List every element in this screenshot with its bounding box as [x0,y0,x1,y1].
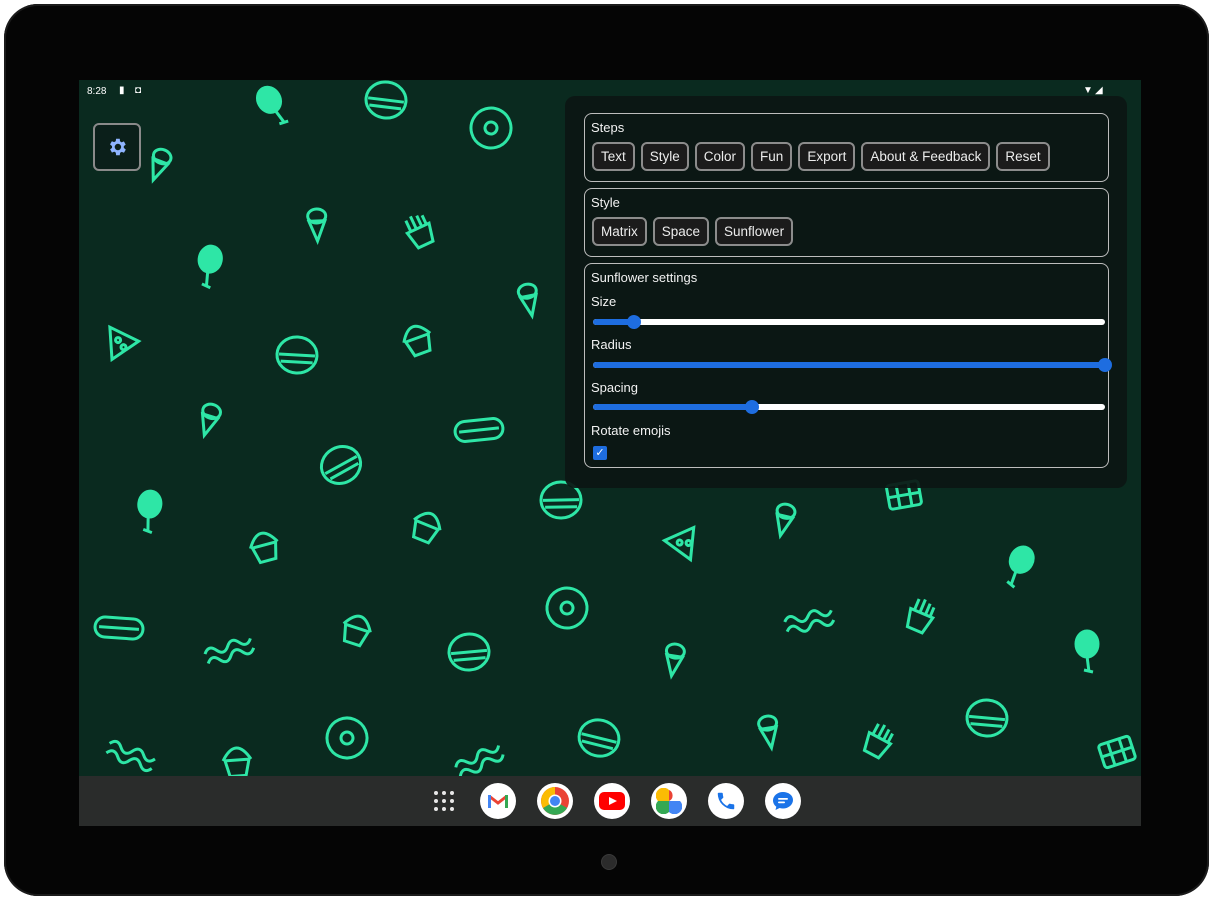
wifi-icon: ▼ [1083,85,1093,96]
steps-group: Steps Text Style Color Fun Export About … [584,113,1109,182]
fries-emoji [404,214,435,250]
step-reset-button[interactable]: Reset [996,142,1050,171]
size-slider[interactable] [593,315,1105,329]
style-space-button[interactable]: Space [652,217,710,246]
bacon-emoji [105,739,156,773]
pizza-emoji [108,324,142,363]
donut-emoji [469,106,513,150]
drumstick-emoji [197,244,223,290]
sunflower-settings-title: Sunflower settings [591,270,698,285]
cone-emoji [200,402,222,440]
style-group: Style Matrix Space Sunflower [584,188,1109,257]
spacing-slider[interactable] [593,400,1105,414]
rotate-emojis-checkbox[interactable]: ✓ [593,446,607,460]
style-sunflower-button[interactable]: Sunflower [715,217,794,246]
cone-emoji [306,207,328,246]
radius-slider[interactable] [593,358,1112,372]
settings-panel: Steps Text Style Color Fun Export About … [565,96,1127,488]
cone-emoji [775,502,797,540]
step-style-button[interactable]: Style [640,142,689,171]
donut-emoji [325,716,369,760]
pizza-emoji [661,525,696,563]
spacing-label: Spacing [591,380,638,395]
cone-emoji [151,147,173,184]
gmail-icon[interactable] [480,783,516,819]
radius-label: Radius [591,337,632,352]
battery-icon: ◢ [1095,85,1103,96]
style-matrix-button[interactable]: Matrix [592,217,647,246]
bacon-emoji [203,637,256,665]
donut-emoji [545,586,589,630]
status-time: 8:28 [87,86,107,97]
cone-emoji [516,282,538,320]
notification-icon: ▮ [119,85,125,96]
bacon-emoji [783,609,836,633]
cupcake-emoji [221,746,253,776]
hotdog-emoji [453,417,505,443]
cone-emoji [664,642,686,680]
waffle-emoji [1097,734,1137,770]
messages-icon[interactable] [765,783,801,819]
step-fun-button[interactable]: Fun [751,142,793,171]
bacon-emoji [454,745,505,776]
sunflower-settings-group: Sunflower settings Size Radius Spacing R… [584,263,1112,468]
size-label: Size [591,294,617,309]
photos-icon[interactable] [651,783,687,819]
burger-emoji [965,698,1009,738]
cone-emoji [757,714,779,752]
app-drawer-icon[interactable] [429,783,459,819]
settings-button[interactable] [93,123,141,171]
step-color-button[interactable]: Color [694,142,746,171]
drumstick-emoji [137,489,163,535]
tablet-frame: 8:28 ▮ ◘ ▼ ◢ Steps Text Style Color Fun … [4,4,1209,896]
drumstick-emoji [1074,629,1100,674]
front-camera [601,854,617,870]
drumstick-emoji [1006,545,1035,589]
fries-emoji [862,723,894,760]
burger-emoji [275,335,319,375]
step-export-button[interactable]: Export [798,142,856,171]
fries-emoji [905,598,936,635]
cupcake-emoji [249,531,279,565]
cupcake-emoji [411,511,442,545]
screen: 8:28 ▮ ◘ ▼ ◢ Steps Text Style Color Fun … [79,80,1141,826]
gear-icon [110,138,126,156]
android-icon: ◘ [135,85,142,96]
step-text-button[interactable]: Text [592,142,635,171]
youtube-icon[interactable] [594,783,630,819]
burger-emoji [577,718,621,758]
burger-emoji [447,632,491,672]
cupcake-emoji [402,324,432,358]
steps-title: Steps [591,120,625,135]
step-about-feedback-button[interactable]: About & Feedback [861,142,991,171]
phone-icon[interactable] [708,783,744,819]
dock [79,776,1141,826]
hotdog-emoji [93,615,145,641]
rotate-emojis-label: Rotate emojis [591,423,671,438]
cupcake-emoji [342,614,372,648]
burger-emoji [319,445,363,485]
style-title: Style [591,195,620,210]
chrome-icon[interactable] [537,783,573,819]
